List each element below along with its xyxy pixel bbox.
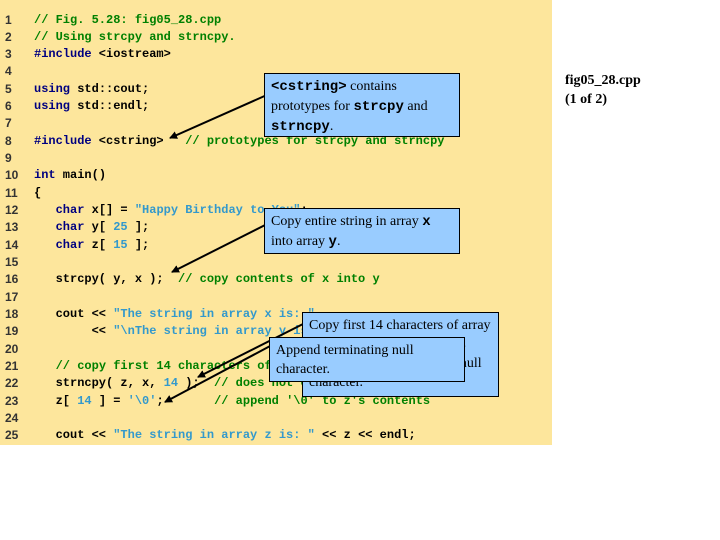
code-text: ; <box>156 393 215 408</box>
code-source: #include <iostream> <box>34 46 171 63</box>
keyword: #include <box>34 133 92 148</box>
code-text: cout << <box>34 307 114 322</box>
string-literal: "The string in array x is: " <box>113 307 315 322</box>
keyword: using <box>34 99 71 114</box>
number-literal: 14 <box>163 376 179 391</box>
code-text: x[] = <box>84 203 135 218</box>
code-source: strcpy( y, x ); // copy contents of x in… <box>34 271 380 288</box>
callout-text: . <box>336 234 341 249</box>
code-text: ] = <box>91 393 128 408</box>
code-text: <iostream> <box>91 47 171 62</box>
line-number: 19 <box>5 324 19 339</box>
line-number: 3 <box>5 47 12 62</box>
line-number: 23 <box>5 393 19 408</box>
line-number: 7 <box>5 116 12 131</box>
line-number: 12 <box>5 203 19 218</box>
keyword: int <box>34 168 56 183</box>
code-text: z[ <box>34 393 78 408</box>
code-text: y[ <box>84 220 114 235</box>
code-text: std::cout; <box>70 81 150 96</box>
line-number: 14 <box>5 237 19 252</box>
line-number: 5 <box>5 81 12 96</box>
line-number: 25 <box>5 428 19 443</box>
line-number: 9 <box>5 151 12 166</box>
code-text: strncpy( z, x, <box>34 376 164 391</box>
code-source: // Fig. 5.28: fig05_28.cpp <box>34 12 221 29</box>
callout-text: Copy entire string in array <box>271 214 423 229</box>
callout-code: <cstring> <box>271 79 347 95</box>
comment: // Fig. 5.28: fig05_28.cpp <box>34 12 222 27</box>
code-source: // Using strcpy and strncpy. <box>34 29 236 46</box>
line-number: 10 <box>5 168 19 183</box>
keyword: char <box>55 203 85 218</box>
number-literal: 14 <box>77 393 92 408</box>
line-number: 15 <box>5 255 19 270</box>
callout-code: strcpy <box>353 99 404 115</box>
code-text: ); <box>178 376 215 391</box>
number-literal: 25 <box>113 220 128 235</box>
line-number: 18 <box>5 307 19 322</box>
keyword: #include <box>34 47 92 62</box>
callout-text: into array <box>271 234 329 249</box>
line-number: 8 <box>5 133 12 148</box>
code-text: <cstring> <box>91 133 186 148</box>
code-source: char z[ 15 ]; <box>34 237 150 254</box>
string-literal: '\0' <box>127 393 157 408</box>
line-number: 16 <box>5 272 19 287</box>
line-number: 21 <box>5 359 19 374</box>
keyword: char <box>55 220 85 235</box>
line-number: 13 <box>5 220 19 235</box>
code-text: cout << <box>34 428 114 443</box>
line-number: 1 <box>5 12 12 27</box>
code-text: << z << endl; <box>314 428 416 443</box>
callout-code: strncpy <box>271 119 330 135</box>
code-text: ]; <box>127 237 150 252</box>
comment: // Using strcpy and strncpy. <box>34 29 236 44</box>
callout-code: y <box>328 234 337 250</box>
code-text: z[ <box>84 237 114 252</box>
string-literal: "The string in array z is: " <box>113 428 315 443</box>
keyword: using <box>34 81 71 96</box>
line-number: 17 <box>5 289 19 304</box>
callout-cstring: <cstring> contains prototypes for strcpy… <box>264 73 460 137</box>
line-number: 6 <box>5 99 12 114</box>
callout-strcpy: Copy entire string in array x into array… <box>264 208 460 254</box>
code-text: main() <box>55 168 107 183</box>
code-text: ]; <box>127 220 150 235</box>
line-number: 4 <box>5 64 12 79</box>
callout-code: x <box>422 214 431 230</box>
code-text: { <box>34 185 42 200</box>
line-number: 22 <box>5 376 19 391</box>
line-number: 20 <box>5 341 19 356</box>
code-text: strcpy( y, x ); <box>34 272 179 287</box>
code-text: << <box>34 324 114 339</box>
line-number: 2 <box>5 29 12 44</box>
code-source: { <box>34 185 41 202</box>
page-indicator: (1 of 2) <box>565 92 607 107</box>
callout-text: . <box>329 119 334 134</box>
file-name: fig05_28.cpp <box>565 73 641 88</box>
keyword: char <box>55 237 85 252</box>
code-source: int main() <box>34 167 106 184</box>
callout-append: Append terminating null character. <box>269 337 465 382</box>
code-text: std::endl; <box>70 99 150 114</box>
number-literal: 15 <box>113 237 128 252</box>
comment: // copy contents of x into y <box>178 272 380 287</box>
callout-text: and <box>403 99 428 114</box>
callout-text: Append terminating null character. <box>276 343 414 377</box>
line-number: 24 <box>5 411 19 426</box>
code-source: using std::endl; <box>34 98 149 115</box>
code-source: using std::cout; <box>34 81 149 98</box>
line-number: 11 <box>5 185 18 200</box>
code-source: char y[ 25 ]; <box>34 219 150 236</box>
code-source: cout << "The string in array x is: " <box>34 306 315 323</box>
code-source: cout << "The string in array z is: " << … <box>34 427 416 444</box>
